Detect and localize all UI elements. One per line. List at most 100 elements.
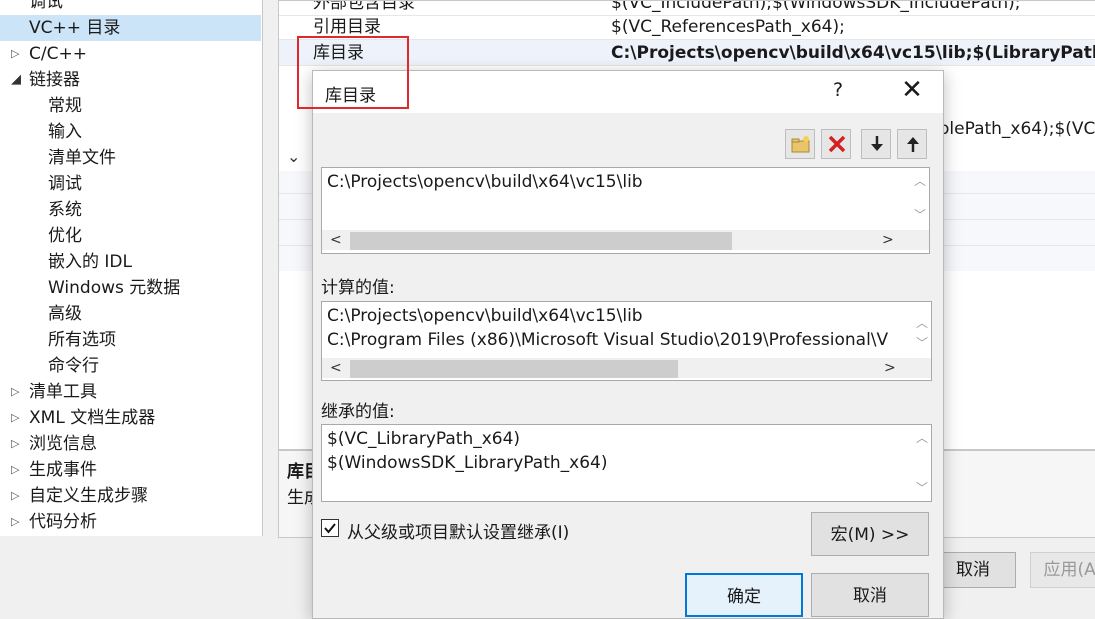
tree-item[interactable]: 嵌入的 IDL xyxy=(0,249,261,275)
collapsed-arrow-icon[interactable]: ▷ xyxy=(11,457,19,483)
tree-item-label: VC++ 目录 xyxy=(29,18,121,38)
tree-item-label: 代码分析 xyxy=(29,512,97,532)
tree-item[interactable]: 系统 xyxy=(0,197,261,223)
expanded-arrow-icon[interactable]: ◢ xyxy=(11,67,21,93)
tree-item[interactable]: 常规 xyxy=(0,93,261,119)
inherit-checkbox[interactable] xyxy=(321,519,339,537)
tree-item[interactable]: VC++ 目录 xyxy=(0,15,261,41)
collapse-chevron-icon[interactable]: ⌄ xyxy=(287,147,300,166)
tree-item-label: 优化 xyxy=(48,226,82,246)
tree-item-label: 常规 xyxy=(48,96,82,116)
move-up-button[interactable] xyxy=(897,129,927,159)
property-tree: 调试 VC++ 目录 ▷ C/C++ ◢ 链接器 常规 输入 清单文件 调试 系统 优化 嵌入的 IDL… xyxy=(0,0,263,536)
directory-entry[interactable]: C:\Projects\opencv\build\x64\vc15\lib xyxy=(327,172,643,192)
computed-vscroll[interactable]: ︿ ﹀ xyxy=(915,306,929,356)
tree-item-label: 所有选项 xyxy=(48,330,116,350)
scroll-up-icon[interactable]: ︿ xyxy=(915,429,929,446)
tree-item-label: XML 文档生成器 xyxy=(29,408,156,428)
tree-item-label: 嵌入的 IDL xyxy=(48,252,132,272)
inherited-value: $(WindowsSDK_LibraryPath_x64) xyxy=(327,453,608,473)
inherited-vscroll[interactable]: ︿ ﹀ xyxy=(915,429,929,499)
tree-item-label: 自定义生成步骤 xyxy=(29,486,148,506)
tree-item[interactable]: ▷ 代码分析 xyxy=(0,509,261,535)
collapsed-arrow-icon[interactable]: ▷ xyxy=(11,483,19,509)
new-folder-icon xyxy=(791,136,810,153)
tree-item[interactable]: ◢ 链接器 xyxy=(0,67,261,93)
edit-hscroll[interactable]: < > xyxy=(322,230,929,250)
cancel-button[interactable]: 取消 xyxy=(811,573,929,617)
tree-item[interactable]: ▷ 生成事件 xyxy=(0,457,261,483)
tree-item[interactable]: 调试 xyxy=(0,0,261,15)
inherit-checkbox-label[interactable]: 从父级或项目默认设置继承(I) xyxy=(347,518,569,543)
tree-item[interactable]: 命令行 xyxy=(0,353,261,379)
hscroll-thumb[interactable] xyxy=(350,360,678,378)
computed-values-box: C:\Projects\opencv\build\x64\vc15\lib C:… xyxy=(321,301,932,381)
tree-item[interactable]: 所有选项 xyxy=(0,327,261,353)
scroll-down-icon[interactable]: ﹀ xyxy=(915,334,929,351)
tree-item-label: 清单工具 xyxy=(29,382,97,402)
tree-item[interactable]: Windows 元数据 xyxy=(0,275,261,301)
close-button[interactable]: ✕ xyxy=(897,75,927,105)
tree-item-label: 浏览信息 xyxy=(29,434,97,454)
computed-hscroll[interactable]: < > xyxy=(322,358,931,378)
ok-button[interactable]: 确定 xyxy=(685,573,803,617)
collapsed-arrow-icon[interactable]: ▷ xyxy=(11,431,19,457)
tree-item[interactable]: ▷ 自定义生成步骤 xyxy=(0,483,261,509)
tree-item-label: 调试 xyxy=(48,174,82,194)
scroll-up-icon[interactable]: ︿ xyxy=(913,172,927,189)
collapsed-arrow-icon[interactable]: ▷ xyxy=(11,379,19,405)
collapsed-arrow-icon[interactable]: ▷ xyxy=(11,509,19,535)
macro-button[interactable]: 宏(M) >> xyxy=(811,512,929,556)
move-up-icon xyxy=(907,137,919,152)
tree-item[interactable]: 优化 xyxy=(0,223,261,249)
scroll-down-icon[interactable]: ﹀ xyxy=(913,206,927,223)
library-directories-dialog: 库目录 ? ✕ C:\Projects\opencv\build\x64\vc1… xyxy=(312,70,944,619)
tree-item-label: C/C++ xyxy=(29,44,87,64)
checkmark-icon xyxy=(324,523,336,534)
delete-button[interactable] xyxy=(821,129,851,159)
tree-item-label: 生成事件 xyxy=(29,460,97,480)
scroll-left-icon[interactable]: < xyxy=(330,358,342,378)
help-button[interactable]: ? xyxy=(833,79,843,101)
tree-item[interactable]: 输入 xyxy=(0,119,261,145)
tree-item[interactable]: ▷ C/C++ xyxy=(0,41,261,67)
inherited-value: $(VC_LibraryPath_x64) xyxy=(327,429,521,449)
tree-item[interactable]: 调试 xyxy=(0,171,261,197)
new-folder-button[interactable] xyxy=(785,129,815,159)
tree-item-label: 调试 xyxy=(29,0,63,12)
tree-item-label: 系统 xyxy=(48,200,82,220)
scroll-right-icon[interactable]: > xyxy=(884,358,896,378)
tree-item-label: 输入 xyxy=(48,122,82,142)
scroll-up-icon[interactable]: ︿ xyxy=(915,314,929,331)
hscroll-thumb[interactable] xyxy=(350,232,732,250)
inherited-values-label: 继承的值: xyxy=(321,402,395,422)
tree-item-label: 高级 xyxy=(48,304,82,324)
collapsed-arrow-icon[interactable]: ▷ xyxy=(11,405,19,431)
tree-item-label: Windows 元数据 xyxy=(48,278,181,298)
computed-values-label: 计算的值: xyxy=(321,278,395,298)
property-value[interactable]: $(VC_ReferencesPath_x64); xyxy=(611,14,845,40)
tree-item[interactable]: ▷ 浏览信息 xyxy=(0,431,261,457)
tree-item[interactable]: 清单文件 xyxy=(0,145,261,171)
scroll-left-icon[interactable]: < xyxy=(330,230,342,250)
move-down-button[interactable] xyxy=(861,129,891,159)
tree-item[interactable]: ▷ XML 文档生成器 xyxy=(0,405,261,431)
tree-item[interactable]: ▷ 清单工具 xyxy=(0,379,261,405)
move-down-icon xyxy=(871,136,883,151)
edit-vscroll[interactable]: ︿ ﹀ xyxy=(913,172,927,230)
scroll-right-icon[interactable]: > xyxy=(882,230,894,250)
outer-apply-button[interactable]: 应用(A) xyxy=(1030,552,1095,588)
inherited-values-box: $(VC_LibraryPath_x64) $(WindowsSDK_Libra… xyxy=(321,424,932,502)
property-value[interactable]: C:\Projects\opencv\build\x64\vc15\lib;$(… xyxy=(611,40,1095,66)
scroll-down-icon[interactable]: ﹀ xyxy=(915,479,929,496)
tree-item[interactable]: 高级 xyxy=(0,301,261,327)
grid-partial-value: olePath_x64);$(VC_ xyxy=(939,119,1095,139)
computed-value: C:\Projects\opencv\build\x64\vc15\lib xyxy=(327,306,643,326)
directory-edit-list[interactable]: C:\Projects\opencv\build\x64\vc15\lib ︿ … xyxy=(321,167,930,254)
tree-item-label: 清单文件 xyxy=(48,148,116,168)
collapsed-arrow-icon[interactable]: ▷ xyxy=(11,41,19,67)
computed-value: C:\Program Files (x86)\Microsoft Visual … xyxy=(327,330,889,350)
delete-icon xyxy=(828,135,846,153)
tree-item-label: 命令行 xyxy=(48,356,99,376)
highlight-annotation xyxy=(297,36,409,109)
